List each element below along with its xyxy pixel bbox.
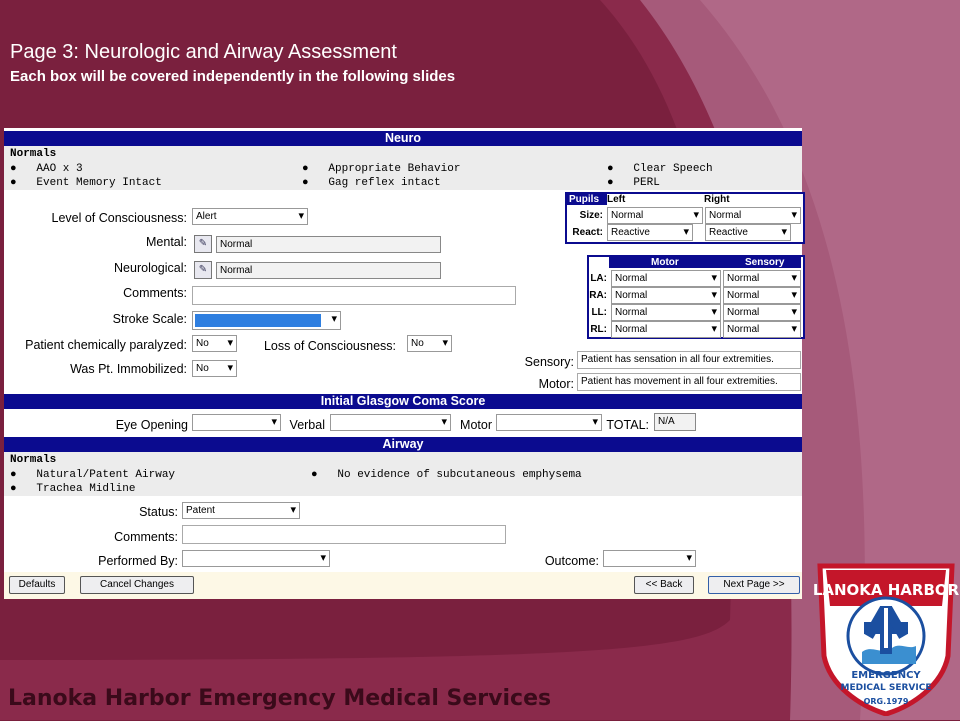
limb-motor-select[interactable]: Normal — [611, 270, 721, 287]
normal-item[interactable]: ● Clear Speech — [607, 163, 713, 175]
normal-item[interactable]: ● Trachea Midline — [10, 483, 135, 495]
svg-text:EMERGENCY: EMERGENCY — [851, 670, 921, 681]
normal-item[interactable]: ● Event Memory Intact — [10, 177, 162, 189]
limb-sensory-select[interactable]: Normal — [723, 287, 801, 304]
limb-sensory-select[interactable]: Normal — [723, 321, 801, 338]
eye-opening-label: Eye Opening — [115, 418, 188, 432]
pupils-header: Pupils — [567, 194, 607, 205]
limb-motor-select[interactable]: Normal — [611, 287, 721, 304]
pupils-panel: Pupils Left Right Size: Normal Normal Re… — [565, 192, 805, 244]
neuro-normals: Normals ● AAO x 3 ● Appropriate Behavior… — [4, 146, 802, 190]
defaults-button[interactable]: Defaults — [9, 576, 65, 594]
outcome-select[interactable] — [603, 550, 696, 567]
react-label: React: — [572, 227, 603, 238]
neuro-header: Neuro — [4, 128, 802, 146]
paralyzed-label: Patient chemically paralyzed: — [25, 338, 187, 352]
mental-field[interactable]: Normal — [216, 236, 441, 253]
mental-label: Mental: — [146, 235, 187, 249]
limb-sensory-select[interactable]: Normal — [723, 270, 801, 287]
airway-header: Airway — [4, 437, 802, 452]
verbal-select[interactable] — [330, 414, 451, 431]
limb-label: LA: — [590, 273, 607, 284]
next-page-button[interactable]: Next Page >> — [708, 576, 800, 594]
outcome-label: Outcome: — [544, 554, 599, 568]
stroke-scale-label: Stroke Scale: — [112, 312, 187, 326]
airway-comments-input[interactable] — [182, 525, 506, 544]
sensory-column-label: Sensory — [745, 257, 785, 268]
gcs-motor-select[interactable] — [496, 414, 602, 431]
normal-item[interactable]: ● Natural/Patent Airway — [10, 469, 175, 481]
normal-item[interactable]: ● No evidence of subcutaneous emphysema — [311, 469, 582, 481]
stroke-scale-select[interactable] — [192, 311, 341, 330]
svg-text:MEDICAL SERVICE: MEDICAL SERVICE — [841, 683, 932, 693]
neurological-field[interactable]: Normal — [216, 262, 441, 279]
motor-sensory-header: Motor Sensory — [609, 257, 801, 268]
limb-label: RL: — [590, 324, 607, 335]
limb-label: RA: — [589, 290, 607, 301]
status-select[interactable]: Patent — [182, 502, 300, 519]
loss-label: Loss of Consciousness: — [263, 339, 396, 353]
pupils-right-label: Right — [704, 194, 730, 205]
immobilized-label: Was Pt. Immobilized: — [70, 362, 187, 376]
svg-text:LANOKA HARBOR: LANOKA HARBOR — [813, 581, 960, 599]
normal-item[interactable]: ● AAO x 3 — [10, 163, 83, 175]
assessment-form: Neuro Normals ● AAO x 3 ● Appropriate Be… — [4, 128, 805, 599]
neuro-comments-label: Comments: — [123, 286, 187, 300]
normal-item[interactable]: ● PERL — [607, 177, 660, 189]
paralyzed-select[interactable]: No — [192, 335, 237, 352]
back-button[interactable]: << Back — [634, 576, 694, 594]
limb-label: LL: — [591, 307, 607, 318]
slide-subtitle: Each box will be covered independently i… — [10, 68, 456, 85]
gcs-total-label: TOTAL: — [606, 418, 649, 432]
gcs-header: Initial Glasgow Coma Score — [4, 394, 802, 409]
status-label: Status: — [139, 505, 178, 519]
footer-organization: Lanoka Harbor Emergency Medical Services — [8, 686, 552, 711]
lanoka-harbor-logo: LANOKA HARBOR EMERGENCY MEDICAL SERVICE … — [812, 556, 960, 717]
form-toolbar: Defaults Cancel Changes << Back Next Pag… — [4, 572, 802, 599]
loss-select[interactable]: No — [407, 335, 452, 352]
loc-select[interactable]: Alert — [192, 208, 308, 225]
immobilized-select[interactable]: No — [192, 360, 237, 377]
motor-column-label: Motor — [651, 257, 679, 268]
sensory-label: Sensory: — [524, 355, 574, 369]
size-label: Size: — [579, 210, 603, 221]
normal-item[interactable]: ● Gag reflex intact — [302, 177, 441, 189]
pupil-size-left-select[interactable]: Normal — [607, 207, 703, 224]
pupil-size-right-select[interactable]: Normal — [705, 207, 801, 224]
performed-by-label: Performed By: — [98, 554, 178, 568]
pupil-react-right-select[interactable]: Reactive — [705, 224, 791, 241]
motor-sensory-panel: Motor Sensory LA: Normal Normal RA: Norm… — [587, 255, 805, 339]
sensory-field[interactable]: Patient has sensation in all four extrem… — [577, 351, 801, 369]
normal-item[interactable]: ● Appropriate Behavior — [302, 163, 460, 175]
motor-label: Motor: — [538, 377, 574, 391]
eye-opening-select[interactable] — [192, 414, 281, 431]
selection-highlight — [195, 314, 321, 327]
limb-motor-select[interactable]: Normal — [611, 321, 721, 338]
notes-icon[interactable]: ✎ — [194, 261, 212, 279]
pupil-react-left-select[interactable]: Reactive — [607, 224, 693, 241]
motor-field[interactable]: Patient has movement in all four extremi… — [577, 373, 801, 391]
neuro-normals-label: Normals — [10, 148, 57, 160]
verbal-label: Verbal — [289, 418, 325, 432]
slide-title: Page 3: Neurologic and Airway Assessment — [10, 41, 397, 63]
limb-sensory-select[interactable]: Normal — [723, 304, 801, 321]
svg-text:ORG.1979: ORG.1979 — [864, 697, 909, 706]
airway-comments-label: Comments: — [114, 530, 178, 544]
airway-normals: Normals ● Natural/Patent Airway ● No evi… — [4, 452, 802, 496]
airway-normals-label: Normals — [10, 454, 57, 466]
loc-label: Level of Consciousness: — [51, 211, 188, 225]
cancel-changes-button[interactable]: Cancel Changes — [80, 576, 194, 594]
neuro-comments-input[interactable] — [192, 286, 516, 305]
gcs-motor-label: Motor — [460, 418, 492, 432]
neurological-label: Neurological: — [114, 261, 187, 275]
gcs-total-field: N/A — [654, 413, 696, 431]
notes-icon[interactable]: ✎ — [194, 235, 212, 253]
pupils-left-label: Left — [607, 194, 626, 205]
limb-motor-select[interactable]: Normal — [611, 304, 721, 321]
performed-by-select[interactable] — [182, 550, 330, 567]
